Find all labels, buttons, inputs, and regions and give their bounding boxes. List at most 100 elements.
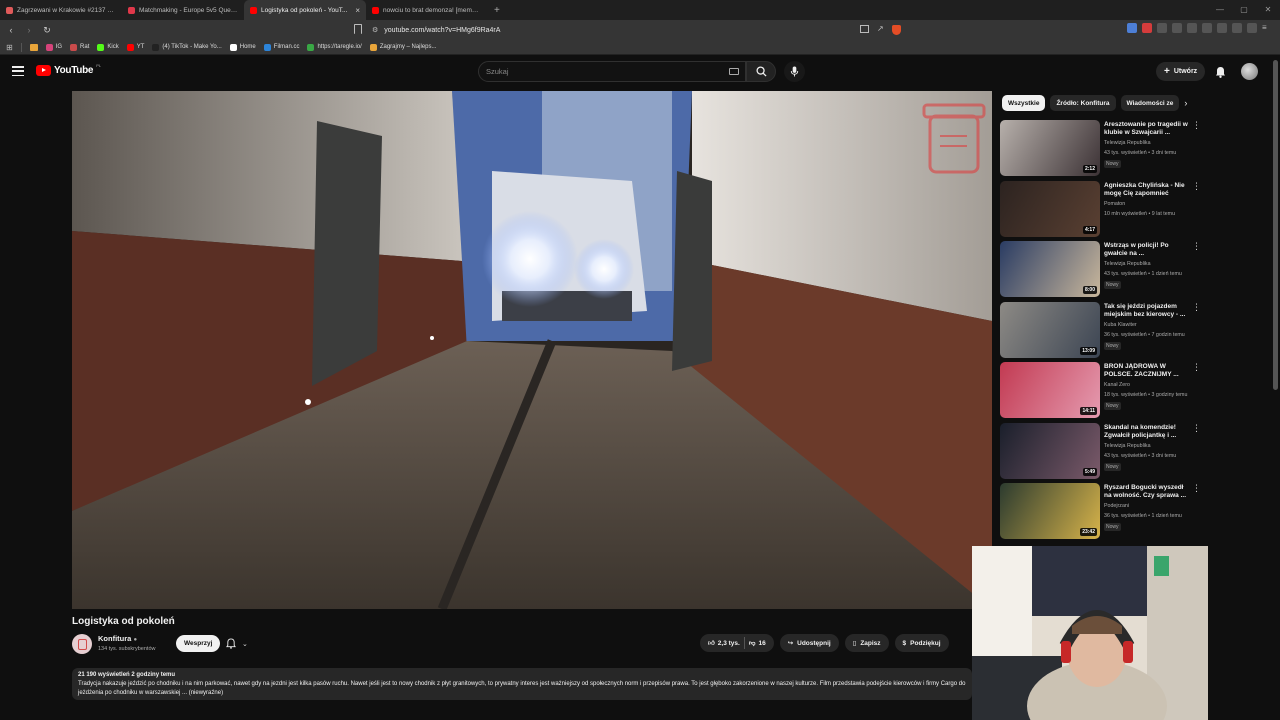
browser-tab[interactable]: nowciu to brat demonza! [memmor... bbox=[366, 0, 488, 20]
extension-icon[interactable] bbox=[1232, 23, 1242, 33]
subscription-bell-button[interactable]: ⌄ bbox=[226, 635, 258, 652]
site-info-icon[interactable]: ⚙ bbox=[372, 26, 378, 34]
reload-icon[interactable]: ↻ bbox=[40, 23, 54, 37]
bookmark-folder-icon[interactable] bbox=[29, 43, 38, 51]
menu-icon[interactable]: ≡ bbox=[1262, 23, 1272, 33]
channel-name[interactable]: Podejrzani bbox=[1104, 503, 1129, 509]
support-button[interactable]: Wesprzyj bbox=[176, 635, 221, 652]
recommended-video[interactable]: 13:09 Tak się jeździ pojazdem miejskim be… bbox=[1000, 301, 1210, 360]
maximize-icon[interactable]: ▢ bbox=[1232, 0, 1256, 20]
share-button[interactable]: ↪ Udostępnij bbox=[779, 634, 839, 652]
filter-chip[interactable]: Wszystkie bbox=[1002, 95, 1046, 111]
video-title[interactable]: Agnieszka Chylińska - Nie mogę Cię zapom… bbox=[1104, 182, 1190, 198]
voice-search-button[interactable] bbox=[784, 61, 805, 82]
more-options-icon[interactable]: ⋮ bbox=[1192, 484, 1201, 493]
thanks-button[interactable]: $ Podziękuj bbox=[894, 634, 949, 652]
channel-name[interactable]: Telewizja Republika bbox=[1104, 261, 1151, 267]
bookmark-item[interactable]: (4) TikTok - Make Yo... bbox=[152, 43, 222, 51]
recommended-video[interactable]: 14:11 BROŃ JĄDROWA W POLSCE. ZACZNIJMY ..… bbox=[1000, 362, 1210, 420]
filter-chip[interactable]: Wiadomości ze bbox=[1120, 95, 1180, 111]
bookmark-item[interactable]: Filman.cc bbox=[263, 43, 299, 51]
channel-name[interactable]: Telewizja Republika bbox=[1104, 443, 1151, 449]
more-options-icon[interactable]: ⋮ bbox=[1192, 242, 1201, 251]
recommended-video[interactable]: 4:17 Agnieszka Chylińska - Nie mogę Cię z… bbox=[1000, 180, 1210, 239]
back-icon[interactable]: ‹ bbox=[4, 23, 18, 37]
video-actions: 👍︎ 2,3 tys. 👎︎ 16 ↪ Udostępnij ▯ Zapisz … bbox=[700, 634, 949, 652]
menu-hamburger-icon[interactable] bbox=[12, 66, 24, 76]
extension-icon[interactable] bbox=[1187, 23, 1197, 33]
channel-name[interactable]: Kuba Klawiter bbox=[1104, 322, 1137, 328]
video-thumbnail[interactable]: 8:00 bbox=[1000, 241, 1100, 297]
channel-name[interactable]: Pomaton bbox=[1104, 201, 1125, 207]
search-input[interactable]: Szukaj bbox=[478, 61, 746, 82]
bookmark-item[interactable]: https://taregle.io/ bbox=[307, 43, 362, 51]
create-button[interactable]: + Utwórz bbox=[1156, 62, 1206, 81]
dislike-button[interactable]: 👎︎ 16 bbox=[749, 639, 766, 648]
video-thumbnail[interactable]: 5:49 bbox=[1000, 422, 1100, 479]
video-thumbnail[interactable]: 13:09 bbox=[1000, 301, 1100, 358]
extension-icon[interactable] bbox=[1217, 23, 1227, 33]
apps-icon[interactable]: ⊞ bbox=[6, 43, 13, 52]
channel-name[interactable]: Kanał Zero bbox=[1104, 382, 1130, 388]
extension-icon[interactable] bbox=[1247, 23, 1257, 33]
bookmark-item[interactable]: Rat bbox=[70, 43, 89, 51]
save-button[interactable]: ▯ Zapisz bbox=[844, 634, 889, 652]
extension-icon[interactable] bbox=[1142, 23, 1152, 33]
bookmark-page-icon[interactable] bbox=[354, 24, 362, 34]
account-avatar[interactable] bbox=[1241, 63, 1258, 80]
bookmark-item[interactable]: Zagrajmy – Najleps... bbox=[369, 43, 437, 51]
video-thumbnail[interactable]: 2:12 bbox=[1000, 120, 1100, 176]
video-thumbnail[interactable]: 14:11 bbox=[1000, 362, 1100, 418]
more-options-icon[interactable]: ⋮ bbox=[1192, 423, 1201, 432]
bookmark-item[interactable]: IG bbox=[45, 43, 62, 51]
channel-avatar[interactable] bbox=[72, 634, 92, 654]
chevron-right-icon[interactable]: › bbox=[1184, 98, 1187, 108]
recommended-video[interactable]: 5:49 Skandal na komendzie! Zgwałcił polic… bbox=[1000, 422, 1210, 481]
like-button[interactable]: 👍︎ 2,3 tys. bbox=[708, 639, 740, 648]
filter-chip[interactable]: Źródło: Konfitura bbox=[1050, 95, 1116, 111]
description-box[interactable]: 21 190 wyświetleń 2 godziny temu Tradycj… bbox=[72, 668, 972, 700]
more-options-icon[interactable]: ⋮ bbox=[1192, 302, 1201, 311]
extension-icon[interactable] bbox=[1157, 23, 1167, 33]
close-tab-icon[interactable]: × bbox=[355, 6, 360, 15]
more-options-icon[interactable]: ⋮ bbox=[1192, 121, 1201, 130]
browser-tab[interactable]: Logistyka od pokoleń - YouT... × bbox=[244, 0, 366, 20]
browser-tab[interactable]: Zagrzewani w Krakowie #2137 Wa... bbox=[0, 0, 122, 20]
search-button[interactable] bbox=[746, 61, 776, 82]
recommended-video[interactable]: 2:12 Aresztowanie po tragedii w klubie w … bbox=[1000, 120, 1210, 178]
video-title[interactable]: Skandal na komendzie! Zgwałcił policjant… bbox=[1104, 424, 1190, 440]
video-title[interactable]: Tak się jeździ pojazdem miejskim bez kie… bbox=[1104, 303, 1190, 319]
recommended-video[interactable]: 8:00 Wstrząs w policji! Po gwałcie na ...… bbox=[1000, 241, 1210, 299]
notifications-button[interactable] bbox=[1212, 64, 1228, 80]
extension-icon[interactable] bbox=[1127, 23, 1137, 33]
more-options-icon[interactable]: ⋮ bbox=[1192, 363, 1201, 372]
minimize-icon[interactable]: — bbox=[1208, 0, 1232, 20]
bookmark-item[interactable]: Kick bbox=[97, 43, 119, 51]
page-scrollbar[interactable] bbox=[1273, 60, 1278, 390]
more-options-icon[interactable]: ⋮ bbox=[1192, 181, 1201, 190]
video-title[interactable]: BROŃ JĄDROWA W POLSCE. ZACZNIJMY ... bbox=[1104, 363, 1190, 379]
channel-name[interactable]: Konfitura ● bbox=[98, 634, 137, 643]
video-thumbnail[interactable]: 4:17 bbox=[1000, 180, 1100, 237]
video-title[interactable]: Ryszard Bogucki wyszedł na wolność. Czy … bbox=[1104, 484, 1190, 500]
channel-name[interactable]: Telewizja Republika bbox=[1104, 140, 1151, 146]
recommended-video[interactable]: 23:42 Ryszard Bogucki wyszedł na wolność.… bbox=[1000, 483, 1210, 541]
youtube-logo[interactable]: YouTube PL bbox=[36, 63, 101, 76]
bookmark-item[interactable]: YT bbox=[126, 43, 144, 51]
cast-icon[interactable] bbox=[860, 25, 869, 33]
brave-shield-icon[interactable] bbox=[891, 25, 901, 35]
keyboard-icon[interactable] bbox=[729, 68, 739, 75]
video-title[interactable]: Aresztowanie po tragedii w klubie w Szwa… bbox=[1104, 121, 1190, 137]
extension-icon[interactable] bbox=[1172, 23, 1182, 33]
video-title[interactable]: Wstrząs w policji! Po gwałcie na ... bbox=[1104, 242, 1190, 258]
close-window-icon[interactable]: ✕ bbox=[1256, 0, 1280, 20]
browser-tab[interactable]: Matchmaking - Europe 5v5 Queue - bbox=[122, 0, 244, 20]
video-player[interactable] bbox=[72, 91, 992, 609]
forward-icon[interactable]: › bbox=[22, 23, 36, 37]
bookmark-item[interactable]: Home bbox=[229, 43, 256, 51]
extension-icon[interactable] bbox=[1202, 23, 1212, 33]
new-tab-button[interactable]: + bbox=[488, 5, 506, 16]
share-icon[interactable]: ↗ bbox=[877, 25, 884, 35]
url-field[interactable]: ⚙ youtube.com/watch?v=HMg6f9Ra4rA bbox=[372, 23, 912, 37]
video-thumbnail[interactable]: 23:42 bbox=[1000, 483, 1100, 539]
